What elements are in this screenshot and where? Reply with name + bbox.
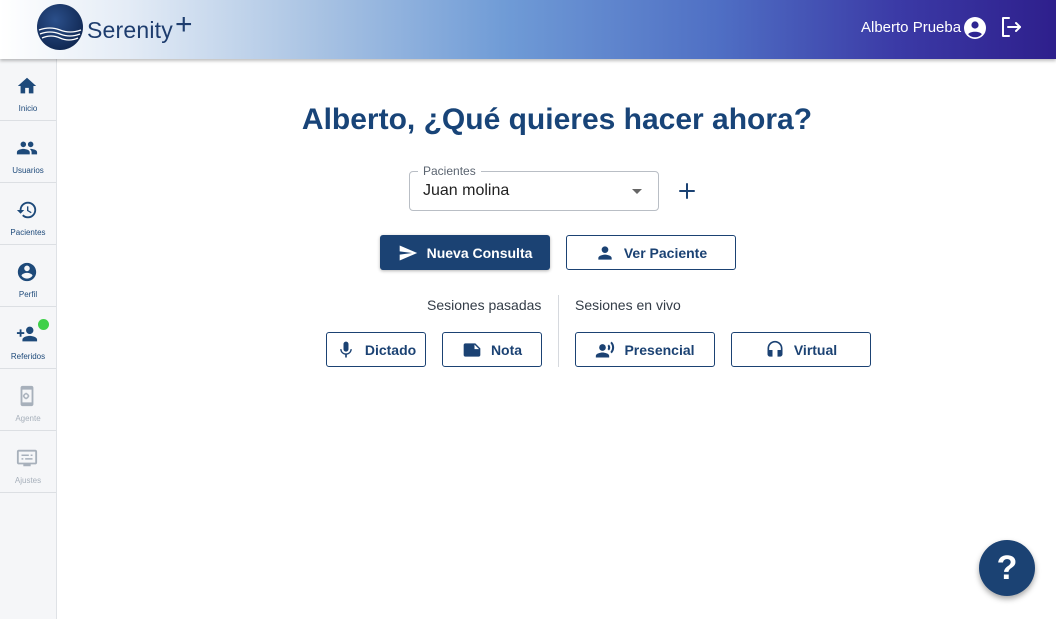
virtual-button[interactable]: Virtual [731,332,871,367]
sidebar-item-pacientes[interactable]: Pacientes [0,183,56,245]
section-divider [558,295,559,367]
ver-paciente-button[interactable]: Ver Paciente [566,235,736,270]
sidebar-item-label: Pacientes [10,228,46,237]
patient-select-value: Juan molina [423,182,510,199]
sidebar-item-inicio[interactable]: Inicio [0,59,56,121]
presencial-label: Presencial [624,341,695,358]
add-user-icon [16,326,38,342]
dictado-label: Dictado [364,341,417,358]
top-header: Serenity + Alberto Prueba [0,0,1056,59]
account-circle-icon [17,262,37,282]
record-voice-icon [596,341,615,357]
users-icon [16,141,38,155]
microphone-icon [339,341,352,357]
sidebar: Inicio Usuarios Pacientes Perfil Referid… [0,59,57,619]
virtual-label: Virtual [793,341,838,358]
logout-icon[interactable] [999,15,1023,39]
send-icon [399,245,417,260]
add-patient-icon[interactable] [675,179,699,203]
sidebar-item-perfil[interactable]: Perfil [0,245,56,307]
sidebar-item-ajustes: Ajustes [0,431,56,493]
history-icon [16,201,37,219]
brand-name: Serenity [87,17,173,43]
sidebar-item-label: Inicio [18,104,38,113]
sesiones-vivo-label: Sesiones en vivo [575,297,681,313]
dictado-button[interactable]: Dictado [326,332,426,367]
serenity-logo-icon [37,4,83,50]
patient-select-label: Pacientes [418,164,481,178]
sidebar-item-agente: Agente [0,369,56,431]
phone-settings-icon [20,385,34,407]
monitor-settings-icon [16,449,38,467]
presencial-button[interactable]: Presencial [575,332,715,367]
nueva-consulta-button[interactable]: Nueva Consulta [380,235,550,270]
headphones-icon [767,340,783,357]
sidebar-item-label: Agente [15,414,41,423]
user-name: Alberto Prueba [861,19,962,36]
notification-badge [38,319,49,330]
sidebar-item-label: Referidos [10,352,46,361]
caret-down-icon [632,189,642,194]
account-circle-icon[interactable] [963,16,987,40]
home-icon [17,77,37,94]
sidebar-item-label: Usuarios [12,166,44,175]
sesiones-pasadas-label: Sesiones pasadas [427,297,542,313]
ver-paciente-label: Ver Paciente [623,244,708,261]
person-icon [598,245,612,260]
page-title: Alberto, ¿Qué quieres hacer ahora? [301,103,813,136]
sidebar-item-label: Ajustes [14,476,42,485]
nota-button[interactable]: Nota [442,332,542,367]
help-button[interactable]: ? [979,540,1035,596]
note-icon [463,342,481,357]
nota-label: Nota [490,341,523,358]
sidebar-item-usuarios[interactable]: Usuarios [0,121,56,183]
brand-plus: + [175,8,193,41]
sidebar-item-referidos[interactable]: Referidos [0,307,56,369]
sidebar-item-label: Perfil [18,290,38,299]
nueva-consulta-label: Nueva Consulta [426,244,533,261]
